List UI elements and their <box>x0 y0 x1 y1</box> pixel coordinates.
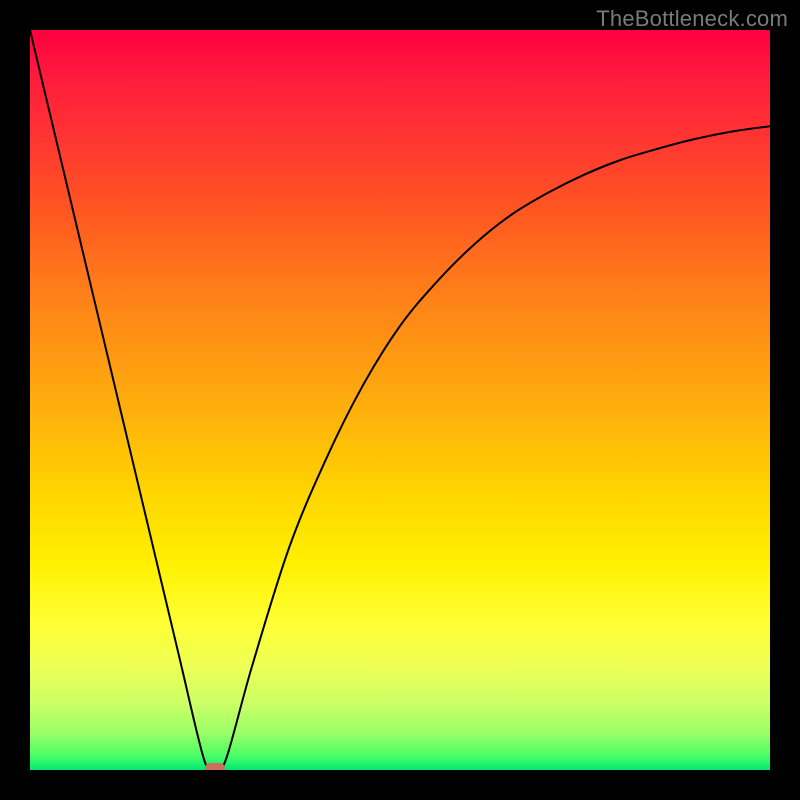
watermark-text: TheBottleneck.com <box>596 6 788 32</box>
gradient-background <box>30 30 770 770</box>
minimum-marker <box>205 763 224 770</box>
chart-frame: TheBottleneck.com <box>0 0 800 800</box>
plot-area <box>30 30 770 770</box>
